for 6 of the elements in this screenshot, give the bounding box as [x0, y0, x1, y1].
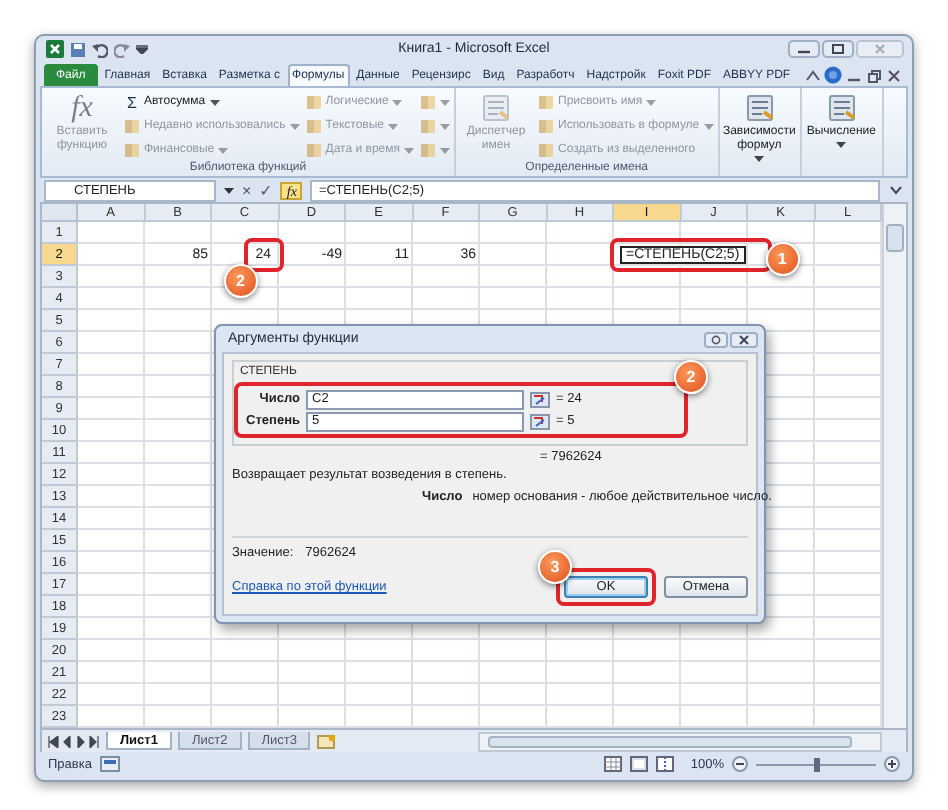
callout-badge: 2	[223, 264, 258, 298]
callout-badge: 2	[674, 360, 708, 394]
callout-badge: 3	[538, 550, 572, 584]
callout-badge: 1	[765, 242, 800, 276]
cancel-button[interactable]: ×	[242, 181, 252, 199]
enter-button[interactable]: ✓	[259, 181, 273, 199]
